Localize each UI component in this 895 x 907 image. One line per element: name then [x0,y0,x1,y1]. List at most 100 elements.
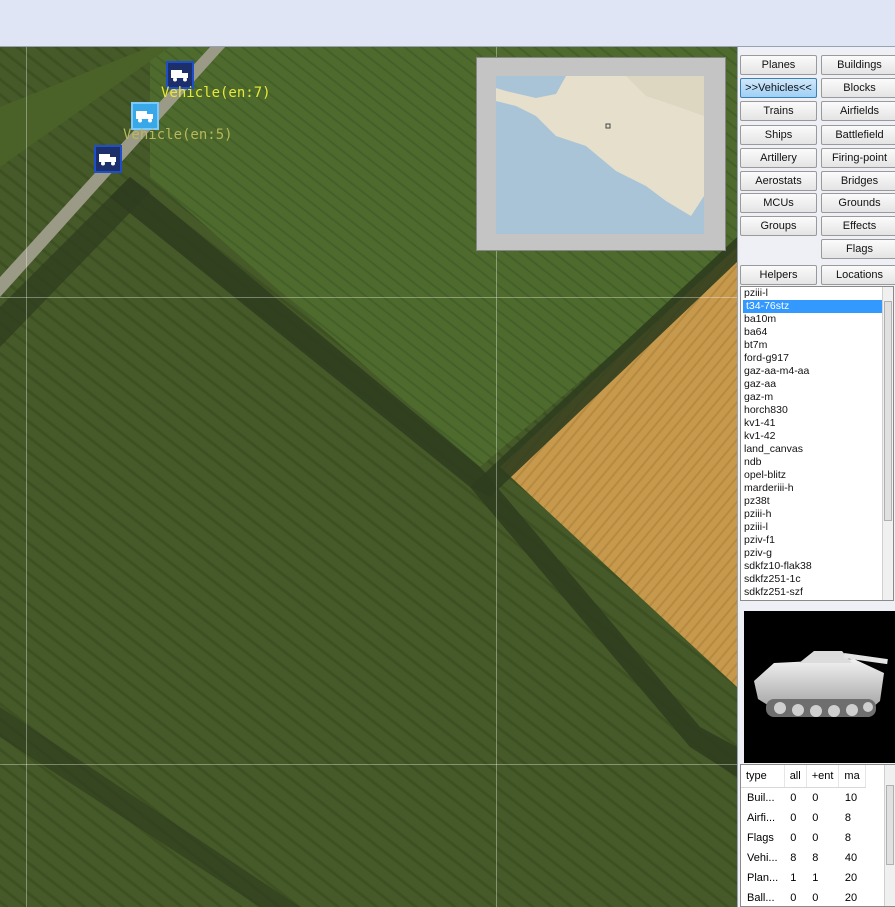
stats-row: Airfi... 0 0 8 [741,808,865,828]
scrollbar-thumb[interactable] [884,301,892,521]
category-button-planes[interactable]: Planes [740,55,817,75]
category-button-grounds[interactable]: Grounds [821,193,895,213]
category-button-firing-point[interactable]: Firing-point [821,148,895,168]
grid-line [0,764,737,765]
stats-row: Ball... 0 0 20 [741,888,865,906]
truck-icon [99,154,116,166]
object-list-item[interactable]: horch830 [741,404,893,417]
vehicle-label-2: Vehicle(en:5) [123,127,233,143]
stats-scrollbar[interactable] [884,765,895,906]
stats-column-header[interactable]: ma [838,765,866,788]
stats-column-header[interactable]: all [784,765,807,788]
truck-icon [136,111,153,123]
category-button-effects[interactable]: Effects [821,216,895,236]
stats-cell: 0 [790,892,797,904]
stats-cell: Vehi... [747,852,778,864]
stats-cell: 0 [812,832,819,844]
truck-icon [171,70,188,82]
stats-cell: 0 [790,812,797,824]
object-list-item[interactable]: pziv-g [741,547,893,560]
object-stats: type all +ent ma Buil... 0 0 10 Airfi... 0 0 8 Flag… [740,764,895,907]
stats-row: Flags 0 0 8 [741,828,865,848]
object-list-item[interactable]: gaz-aa-m4-aa [741,365,893,378]
category-button-airfields[interactable]: Airfields [821,101,895,121]
category-button-helpers[interactable]: Helpers [740,265,817,285]
category-button-locations[interactable]: Locations [821,265,895,285]
object-list-item[interactable]: kv1-42 [741,430,893,443]
stats-header: type all +ent ma [741,765,866,788]
object-list-scrollbar[interactable] [882,287,893,600]
stats-row: Vehi... 8 8 40 [741,848,865,868]
category-button-bridges[interactable]: Bridges [821,171,895,191]
object-list-item[interactable]: marderiii-h [741,482,893,495]
category-button-flags[interactable]: Flags [821,239,895,259]
stats-cell: 10 [844,792,858,804]
object-list-item[interactable]: bt7m [741,339,893,352]
category-button-aerostats[interactable]: Aerostats [740,171,817,191]
scrollbar-thumb[interactable] [886,785,894,865]
grid-line [26,47,27,907]
vehicle-label-1: Vehicle(en:7) [161,85,271,101]
category-button-blocks[interactable]: Blocks [821,78,895,98]
object-list-item[interactable]: opel-blitz [741,469,893,482]
stats-cell: 0 [790,792,797,804]
category-button-vehicles[interactable]: >>Vehicles<< [740,78,817,98]
stats-cell: 8 [790,852,797,864]
category-button-battlefield[interactable]: Battlefield [821,125,895,145]
object-list-item[interactable]: pziii-l [741,521,893,534]
stats-cell: 0 [812,892,819,904]
object-panel: Planes Buildings >>Vehicles<< Blocks Trains A… [737,47,895,907]
category-button-artillery[interactable]: Artillery [740,148,817,168]
category-button-groups[interactable]: Groups [740,216,817,236]
category-button-ships[interactable]: Ships [740,125,817,145]
object-list-items: pziii-l t34-76stz ba10m ba64 bt7m ford-g917 ga… [741,287,893,599]
stats-cell: 20 [844,872,858,884]
map-view[interactable]: Vehicle(en:7) Vehicle(en:5) [0,47,737,907]
category-button-trains[interactable]: Trains [740,101,817,121]
object-list-item[interactable]: sdkfz10-flak38 [741,560,893,573]
object-list-item[interactable]: sdkfz251-szf [741,586,893,599]
vehicle-preview [744,611,895,763]
top-toolbar [0,0,895,47]
category-button-mcus[interactable]: MCUs [740,193,817,213]
tank-preview-image [754,651,888,717]
category-button-buildings[interactable]: Buildings [821,55,895,75]
object-list-item[interactable]: land_canvas [741,443,893,456]
object-list-item[interactable]: ba10m [741,313,893,326]
object-list-item[interactable]: gaz-aa [741,378,893,391]
stats-cell: Flags [747,832,774,844]
object-list-item[interactable]: ford-g917 [741,352,893,365]
object-list-item[interactable]: sdkfz251-1c [741,573,893,586]
vehicle-marker-3[interactable] [94,145,122,173]
object-list-item[interactable]: pziv-f1 [741,534,893,547]
object-list-item[interactable]: pziii-l [741,287,893,300]
stats-cell: 0 [812,792,819,804]
stats-column-header[interactable]: +ent [806,765,840,788]
object-list-item[interactable]: kv1-41 [741,417,893,430]
stats-cell: 1 [812,872,819,884]
stats-cell: 8 [844,832,852,844]
stats-row: Buil... 0 0 10 [741,788,865,809]
minimap[interactable] [476,57,726,251]
stats-cell: 40 [844,852,858,864]
stats-cell: 8 [812,852,819,864]
stats-cell: 0 [790,832,797,844]
object-list-item[interactable]: pziii-h [741,508,893,521]
object-list[interactable]: pziii-l t34-76stz ba10m ba64 bt7m ford-g917 ga… [740,286,894,601]
stats-cell: 8 [844,812,852,824]
object-list-item[interactable]: ba64 [741,326,893,339]
grid-line [0,297,737,298]
object-list-item[interactable]: gaz-m [741,391,893,404]
object-list-item[interactable]: ndb [741,456,893,469]
stats-cell: 1 [790,872,797,884]
stats-cell: Plan... [747,872,779,884]
stats-cell: 20 [844,892,858,904]
stats-column-header[interactable]: type [741,765,785,788]
stats-cell: Airfi... [747,812,776,824]
stats-row: Plan... 1 1 20 [741,868,865,888]
vehicle-marker-2[interactable] [131,102,159,130]
stats-body: Buil... 0 0 10 Airfi... 0 0 8 Flags 0 0 8 Vehi... 8 8 4… [741,788,865,907]
stats-cell: Buil... [747,792,775,804]
object-list-item[interactable]: t34-76stz [743,300,886,313]
object-list-item[interactable]: pz38t [741,495,893,508]
